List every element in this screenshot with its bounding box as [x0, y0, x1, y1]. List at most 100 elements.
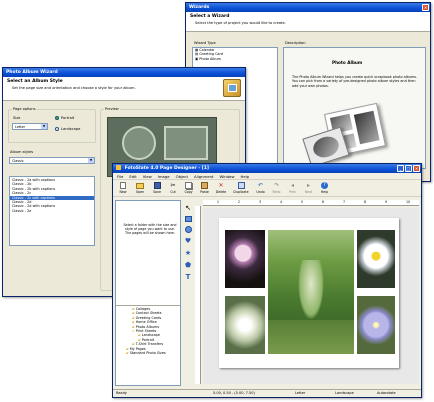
status-paper: Letter: [295, 391, 306, 395]
next-icon: ▸: [306, 182, 310, 189]
photo-forest[interactable]: [268, 230, 354, 354]
ellipse-tool-icon[interactable]: [184, 226, 192, 233]
designer-title: FotoSlate 4.0 Page Designer - [1]: [124, 166, 209, 171]
toolbar: New Open Save ✂ Cut Copy Paste ✕ Delete Du…: [113, 180, 421, 197]
delete-icon: ✕: [218, 182, 224, 189]
wizards-titlebar[interactable]: Wizards ✕: [186, 3, 430, 12]
menu-bar: File Edit View Image Object Alignment Wi…: [113, 173, 421, 180]
landscape-label: Landscape: [61, 127, 81, 131]
menu-help[interactable]: Help: [240, 173, 249, 179]
description-label: Description: [285, 41, 306, 45]
style-item[interactable]: Classic - 2e: [10, 209, 94, 213]
undo-button[interactable]: ↶ Undo: [254, 181, 267, 195]
wizards-header: Select a Wizard Select the type of proje…: [186, 12, 430, 32]
polygon-tool-icon[interactable]: ⬟: [185, 261, 191, 269]
heart-tool-icon[interactable]: ♥: [185, 237, 191, 245]
designer-titlebar[interactable]: FotoSlate 4.0 Page Designer - [1] _ □ ✕: [113, 164, 421, 173]
wizards-title: Wizards: [189, 5, 210, 10]
menu-view[interactable]: View: [143, 173, 152, 179]
page: [219, 218, 399, 368]
help-icon: ?: [321, 182, 328, 189]
album-header-title: Select an Album Style: [7, 79, 63, 84]
page-designer-window: FotoSlate 4.0 Page Designer - [1] _ □ ✕ …: [112, 163, 422, 398]
duplicate-button[interactable]: Duplicate: [231, 181, 251, 195]
minimize-button[interactable]: _: [397, 165, 404, 172]
text-tool-icon[interactable]: T: [186, 273, 191, 281]
duplicate-icon: [237, 182, 245, 189]
paste-button[interactable]: Paste: [198, 181, 211, 195]
chevron-down-icon: ▼: [88, 158, 94, 163]
folder-tree[interactable]: ▰ Collages ▰ Contact Sheets ▰ Greeting C…: [116, 305, 180, 387]
album-wizard-icon: [223, 79, 241, 97]
wizard-type-item[interactable]: ▣ Photo Album: [193, 57, 277, 61]
menu-edit[interactable]: Edit: [129, 173, 136, 179]
open-button[interactable]: Open: [133, 181, 147, 195]
album-styles-list[interactable]: Classic - 2a with captions Classic - 2b …: [9, 176, 95, 246]
copy-icon: [185, 182, 192, 189]
portrait-radio[interactable]: [55, 116, 59, 120]
wizards-header-subtitle: Select the type of project you would lik…: [195, 21, 286, 25]
next-button[interactable]: ▸ Next: [302, 181, 315, 195]
cut-button[interactable]: ✂ Cut: [167, 181, 179, 195]
rectangle-tool-icon[interactable]: [184, 216, 192, 222]
status-coords: 5.00, 0.50 - (5.00, 7.50): [213, 391, 255, 395]
page-options-label: Page options: [12, 107, 37, 111]
menu-file[interactable]: File: [117, 173, 123, 179]
size-select[interactable]: Letter ▼: [12, 123, 48, 130]
album-title: Photo Album Wizard: [6, 70, 58, 75]
horizontal-ruler: 1 2 3 4 5 6 7 8 9 10: [203, 200, 419, 206]
album-styles-label: Album styles: [10, 150, 34, 154]
status-ready: Ready: [116, 391, 127, 395]
album-header: Select an Album Style Set the page size …: [3, 77, 245, 101]
album-styles-value: Classic: [12, 159, 24, 163]
size-label: Size: [13, 116, 21, 120]
undo-icon: ↶: [257, 182, 264, 189]
save-button[interactable]: Save: [150, 181, 164, 195]
tree-item[interactable]: ▰ Standard Photo Sizes: [116, 351, 180, 355]
help-button[interactable]: ? Help: [318, 181, 331, 195]
menu-image[interactable]: Image: [158, 173, 170, 179]
new-icon: [120, 182, 126, 189]
landscape-radio[interactable]: [55, 127, 59, 131]
vertical-ruler: [195, 206, 201, 384]
menu-object[interactable]: Object: [176, 173, 188, 179]
album-header-subtitle: Set the page size and orientation and ch…: [12, 86, 136, 90]
menu-window[interactable]: Window: [219, 173, 234, 179]
open-folder-icon: [136, 183, 144, 189]
design-canvas[interactable]: [203, 208, 419, 384]
photo-daisy[interactable]: [357, 230, 395, 288]
prev-icon: ◂: [290, 182, 294, 189]
redo-button[interactable]: ↷ Redo: [270, 181, 283, 195]
copy-button[interactable]: Copy: [182, 181, 195, 195]
size-value: Letter: [15, 125, 26, 129]
portrait-label: Portrait: [61, 116, 75, 120]
pointer-tool-icon[interactable]: ↖: [185, 204, 191, 212]
wizard-type-label: Wizard Type: [194, 41, 216, 45]
chevron-down-icon: ▼: [41, 124, 47, 129]
album-titlebar[interactable]: Photo Album Wizard: [3, 68, 245, 77]
status-orientation: Landscape: [335, 391, 354, 395]
photo-rose[interactable]: [225, 296, 265, 354]
photo-pansies[interactable]: [225, 230, 265, 288]
wizards-close-button[interactable]: ✕: [422, 4, 429, 11]
preview-label: Preview: [104, 107, 120, 111]
cut-icon: ✂: [170, 182, 176, 189]
close-button[interactable]: ✕: [413, 165, 420, 172]
wizards-header-title: Select a Wizard: [190, 14, 230, 19]
folder-hint: Select a folder with the size and style …: [123, 223, 177, 236]
delete-button[interactable]: ✕ Delete: [214, 181, 228, 195]
star-tool-icon[interactable]: ★: [185, 249, 191, 257]
prev-button[interactable]: ◂ Prev: [286, 181, 299, 195]
app-icon: [116, 165, 121, 170]
description-text: The Photo Album Wizard helps you create …: [292, 75, 418, 88]
album-preview-image-2: [302, 126, 350, 168]
menu-alignment[interactable]: Alignment: [194, 173, 213, 179]
album-styles-select[interactable]: Classic ▼: [9, 157, 95, 164]
status-bar: Ready 5.00, 0.50 - (5.00, 7.50) Letter L…: [113, 389, 421, 397]
redo-icon: ↷: [273, 182, 280, 189]
maximize-button[interactable]: □: [405, 165, 412, 172]
new-button[interactable]: New: [116, 181, 130, 195]
description-title: Photo Album: [332, 60, 363, 65]
folder-panel: Select a folder with the size and style …: [115, 200, 181, 386]
photo-violet[interactable]: [357, 296, 395, 354]
